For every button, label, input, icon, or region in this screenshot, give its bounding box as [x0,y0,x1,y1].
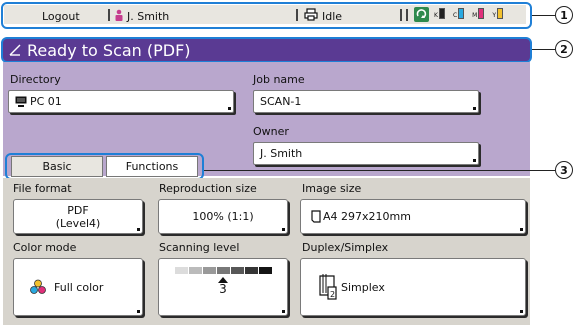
file-format-label: File format [13,182,72,195]
directory-value: PC 01 [30,95,62,108]
settings-panel: File format PDF (Level4) Reproduction si… [3,178,530,325]
color-mode-label: Color mode [13,241,77,254]
scanning-level-scale [174,267,272,274]
scanning-level-step [230,267,244,274]
color-mode-button[interactable]: Full color [13,258,143,316]
scanning-level-step [258,267,272,274]
svg-text:2: 2 [330,290,335,299]
reproduction-size-label: Reproduction size [159,182,257,195]
color-mode-value: Full color [54,280,104,294]
directory-label: Directory [10,73,61,86]
scanning-level-step [174,267,188,274]
job-name-label: Job name [253,73,305,86]
file-format-button[interactable]: PDF (Level4) [13,199,143,234]
file-format-level: (Level4) [55,216,101,230]
page-orientation-icon [311,210,321,223]
callout-number-2: 2 [555,40,573,58]
job-name-field[interactable]: SCAN-1 [253,90,479,113]
directory-field[interactable]: PC 01 [8,90,234,113]
owner-label: Owner [253,125,289,138]
file-format-value: PDF [67,203,89,217]
scanning-level-step [202,267,216,274]
scanning-level-step [216,267,230,274]
duplex-value: Simplex [341,280,385,294]
image-size-label: Image size [302,182,362,195]
image-size-value: A4 297x210mm [323,210,411,223]
callout-line-1 [532,15,555,16]
scanning-level-label: Scanning level [159,241,240,254]
scanning-level-step [188,267,202,274]
computer-icon [15,96,27,107]
owner-value: J. Smith [260,147,303,160]
image-size-button[interactable]: A4 297x210mm [300,199,526,234]
owner-field[interactable]: J. Smith [253,142,479,165]
duplex-button[interactable]: 2 Simplex [300,258,526,316]
scanning-level-value: 3 [219,282,227,296]
callout-ring-2 [1,37,532,63]
callout-line-2 [532,49,555,50]
reproduction-size-button[interactable]: 100% (1:1) [158,199,288,234]
callout-number-3: 3 [555,161,573,179]
duplex-label: Duplex/Simplex [302,241,389,254]
color-mode-icon [30,279,46,295]
scanning-level-step [244,267,258,274]
callout-line-3 [204,170,555,171]
simplex-icon: 2 [317,273,339,301]
scanning-level-button[interactable]: 3 [158,258,288,316]
callout-ring-1 [1,2,532,29]
callout-number-1: 1 [555,6,573,24]
job-name-value: SCAN-1 [260,95,302,108]
callout-ring-3 [5,153,204,180]
reproduction-size-value: 100% (1:1) [192,210,254,223]
